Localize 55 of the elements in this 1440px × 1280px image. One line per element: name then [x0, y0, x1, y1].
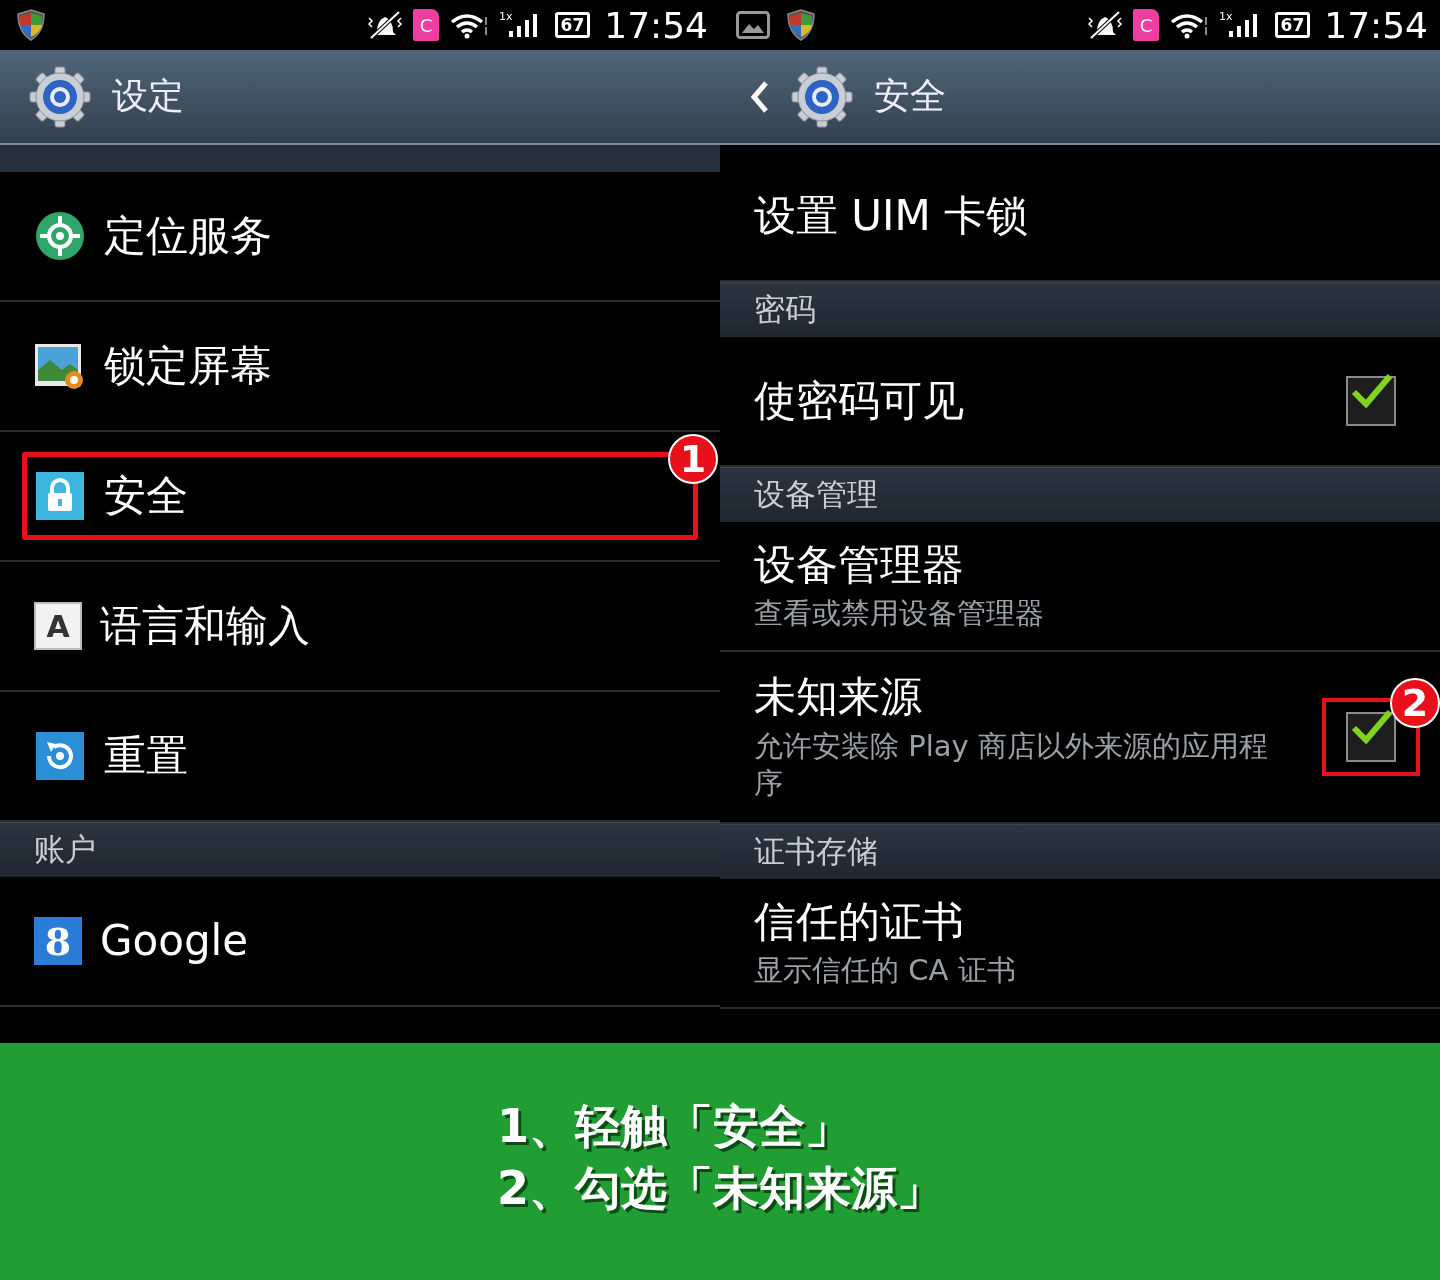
- caption-text: 2、勾选「未知来源」: [497, 1160, 943, 1217]
- row-title: 重置: [104, 729, 188, 782]
- account-letter-icon: 8: [34, 917, 82, 965]
- settings-row[interactable]: 设备管理器 查看或禁用设备管理器: [720, 522, 1440, 652]
- lock-icon: [34, 470, 86, 522]
- row-title: 未知来源: [754, 671, 922, 724]
- caption-text: 1、轻触「安全」: [497, 1098, 852, 1155]
- row-subtitle: 允许安装除 Play 商店以外来源的应用程序: [754, 727, 1269, 803]
- row-title: 语言和输入: [100, 599, 310, 652]
- sim-card-icon: C: [413, 9, 440, 41]
- row-title: 定位服务: [104, 209, 272, 262]
- row-title: 设备管理器: [754, 538, 964, 591]
- muted-bell-icon: [1087, 10, 1124, 40]
- section-header: 账户: [0, 822, 720, 877]
- battery-icon: 67: [1274, 12, 1311, 38]
- row-title: 设置 UIM 卡锁: [754, 189, 1029, 242]
- gear-icon: [28, 64, 92, 129]
- wifi-icon: [449, 11, 490, 39]
- shield-icon: [16, 8, 46, 42]
- checkbox[interactable]: [1346, 376, 1396, 426]
- row-title: 使密码可见: [754, 374, 964, 427]
- settings-row[interactable]: 8 Google: [0, 877, 720, 1007]
- checkbox[interactable]: [1346, 712, 1396, 762]
- network-type: 1x: [499, 11, 513, 22]
- row-title: Google: [100, 914, 249, 967]
- reset-icon: [34, 730, 86, 782]
- image-icon: [736, 11, 770, 39]
- row-title: 安全: [104, 469, 188, 522]
- step-number: 2: [1390, 678, 1440, 728]
- step-number: 1: [668, 434, 718, 484]
- battery-icon: 67: [554, 12, 591, 38]
- gear-icon: [790, 64, 854, 129]
- settings-row[interactable]: A 语言和输入: [0, 562, 720, 692]
- section-header: 密码: [720, 282, 1440, 337]
- settings-row[interactable]: 锁定屏幕: [0, 302, 720, 432]
- section-header: 设备管理: [720, 467, 1440, 522]
- network-type: 1x: [1219, 11, 1233, 22]
- keyboard-letter-icon: A: [34, 602, 82, 650]
- location-icon: [34, 210, 86, 262]
- wifi-icon: [1169, 11, 1210, 39]
- muted-bell-icon: [367, 10, 404, 40]
- settings-row[interactable]: 信任的证书 显示信任的 CA 证书: [720, 879, 1440, 1009]
- settings-row[interactable]: 定位服务: [0, 172, 720, 302]
- clock-time: 17:54: [604, 4, 708, 46]
- row-subtitle: 显示信任的 CA 证书: [754, 952, 1016, 990]
- row-title: 锁定屏幕: [104, 339, 272, 392]
- screen-title: 安全: [874, 74, 946, 118]
- shield-icon: [786, 8, 816, 42]
- settings-row[interactable]: 安全 1: [0, 432, 720, 562]
- sim-card-icon: C: [1133, 9, 1160, 41]
- section-header: 证书存储: [720, 824, 1440, 879]
- row-subtitle: 查看或禁用设备管理器: [754, 595, 1044, 633]
- screen-title: 设定: [112, 74, 184, 118]
- clock-time: 17:54: [1324, 4, 1428, 46]
- row-title: 信任的证书: [754, 895, 964, 948]
